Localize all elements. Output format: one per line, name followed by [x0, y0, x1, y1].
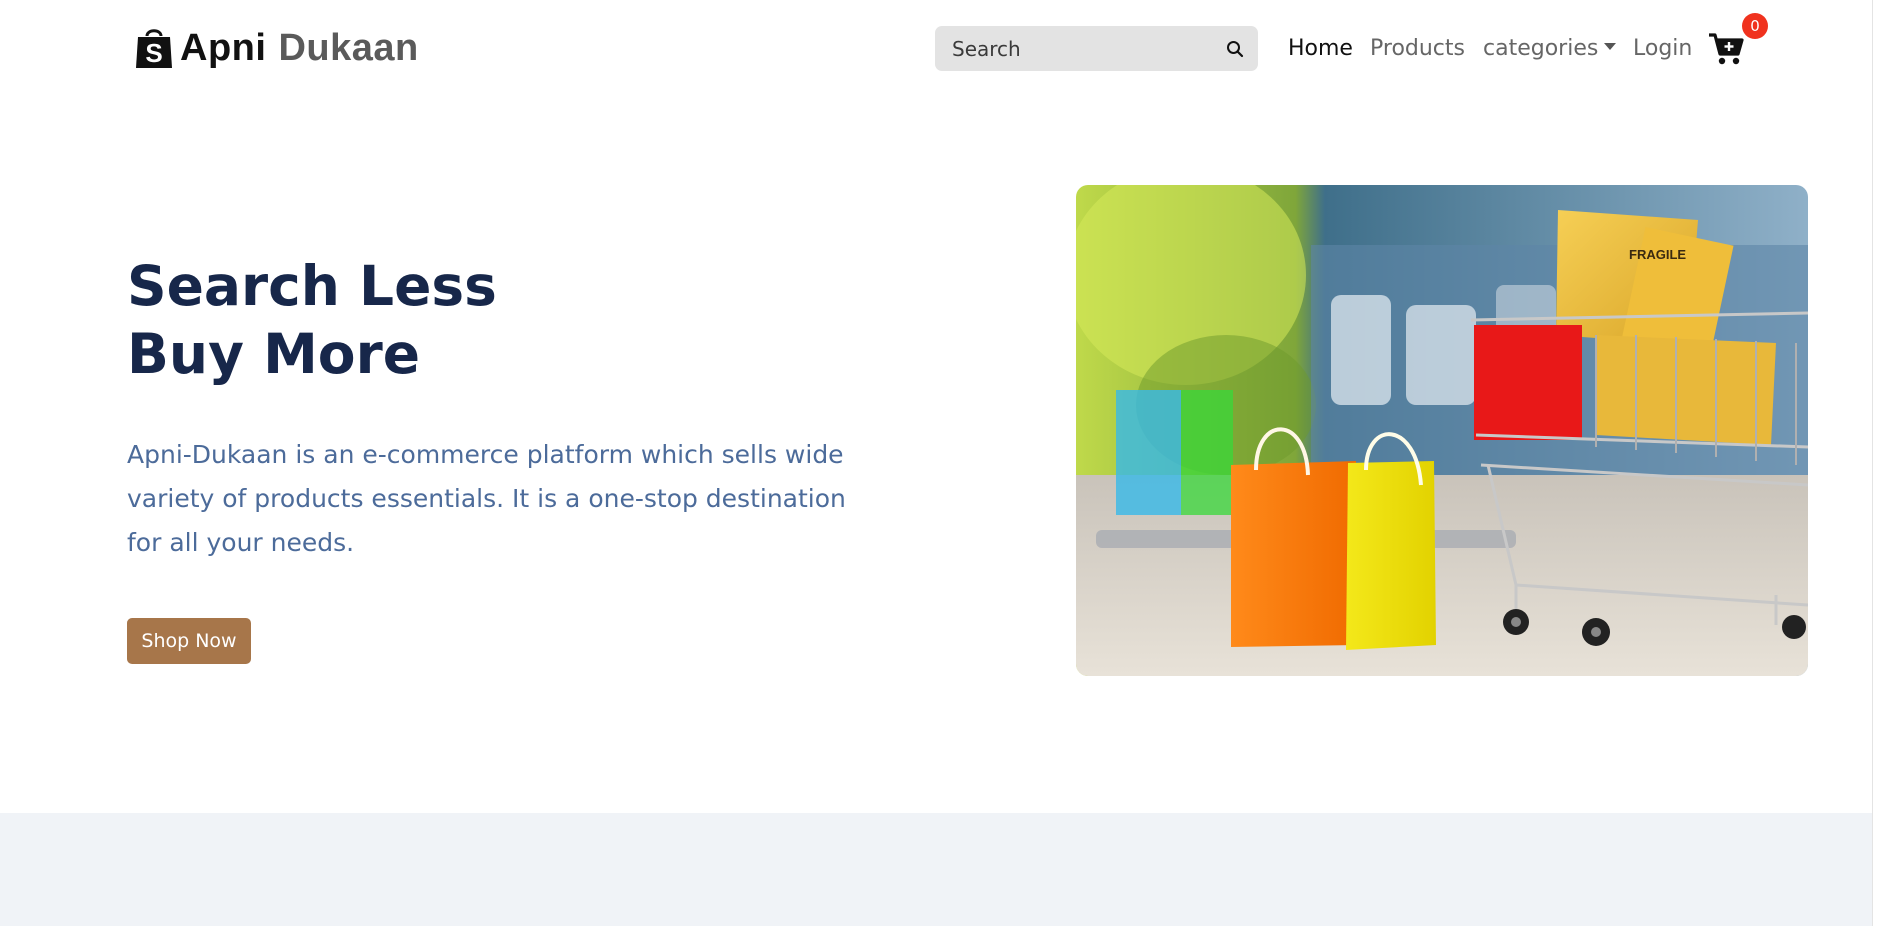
brand-name-first: Apni — [180, 26, 267, 69]
nav-home-link[interactable]: Home — [1288, 28, 1353, 68]
nav-categories-label: categories — [1483, 35, 1599, 61]
brand-name-second: Dukaan — [278, 26, 419, 69]
brand-logo[interactable]: S Apni Dukaan — [134, 26, 419, 70]
section-band — [0, 813, 1873, 926]
nav-categories-dropdown[interactable]: categories — [1483, 28, 1617, 68]
chevron-down-icon — [1604, 43, 1617, 50]
nav-products-link[interactable]: Products — [1370, 28, 1465, 68]
search-icon[interactable] — [1226, 40, 1244, 58]
hero-description: Apni-Dukaan is an e-commerce platform wh… — [127, 440, 846, 557]
hero-title-line2: Buy More — [127, 322, 421, 386]
shopping-cart-icon[interactable] — [1707, 30, 1745, 68]
search-input[interactable] — [950, 35, 1226, 62]
hero-image: FRAGILE — [1076, 185, 1808, 676]
nav-login-link[interactable]: Login — [1633, 28, 1692, 68]
cart-count-badge: 0 — [1742, 13, 1768, 39]
shop-now-button[interactable]: Shop Now — [127, 618, 251, 664]
svg-text:S: S — [145, 38, 162, 68]
hero-title: Search Less Buy More — [127, 252, 497, 388]
hero-title-line1: Search Less — [127, 254, 497, 318]
fragile-label: FRAGILE — [1629, 247, 1686, 262]
shopping-bag-icon: S — [136, 29, 172, 68]
search-bar — [935, 26, 1258, 71]
window-scrollbar-edge — [1872, 0, 1895, 926]
